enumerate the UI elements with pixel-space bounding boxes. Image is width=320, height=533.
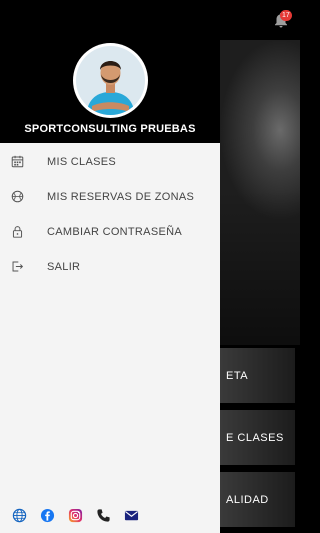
menu-item-salir[interactable]: SALIR (0, 249, 220, 284)
drawer-header: SPORTCONSULTING PRUEBAS (0, 0, 220, 143)
menu-item-label: MIS RESERVAS DE ZONAS (47, 190, 195, 203)
notification-badge: 17 (280, 10, 292, 21)
menu-item-label: CAMBIAR CONTRASEÑA (47, 225, 182, 238)
menu-item-mis-reservas-de-zonas[interactable]: MIS RESERVAS DE ZONAS (0, 179, 220, 214)
mail-icon[interactable] (124, 508, 139, 523)
user-name: SPORTCONSULTING PRUEBAS (24, 123, 196, 135)
background-tile-2[interactable]: E CLASES (220, 410, 295, 465)
phone-icon[interactable] (96, 508, 111, 523)
navigation-drawer: SPORTCONSULTING PRUEBAS MIS CLASES MIS R… (0, 0, 220, 533)
avatar[interactable] (72, 43, 148, 118)
menu-item-label: MIS CLASES (47, 155, 117, 168)
facebook-icon[interactable] (40, 508, 55, 523)
background-tile-1[interactable]: ETA (220, 348, 295, 403)
calendar-icon (11, 155, 24, 168)
background-hero-image (220, 40, 300, 345)
menu-item-mis-clases[interactable]: MIS CLASES (0, 144, 220, 179)
lock-icon (11, 225, 24, 238)
instagram-icon[interactable] (68, 508, 83, 523)
drawer-menu: MIS CLASES MIS RESERVAS DE ZONAS CAMBIAR… (0, 144, 220, 284)
background-tile-label: ETA (226, 369, 249, 382)
background-tile-3[interactable]: ALIDAD (220, 472, 295, 527)
social-links (0, 505, 220, 525)
avatar-photo (75, 46, 145, 115)
menu-item-label: SALIR (47, 260, 81, 273)
logout-icon (11, 260, 24, 273)
background-tile-label: ALIDAD (226, 493, 269, 506)
basketball-icon (11, 190, 24, 203)
globe-icon[interactable] (12, 508, 27, 523)
menu-item-cambiar-contrasena[interactable]: CAMBIAR CONTRASEÑA (0, 214, 220, 249)
background-tile-label: E CLASES (226, 431, 284, 444)
